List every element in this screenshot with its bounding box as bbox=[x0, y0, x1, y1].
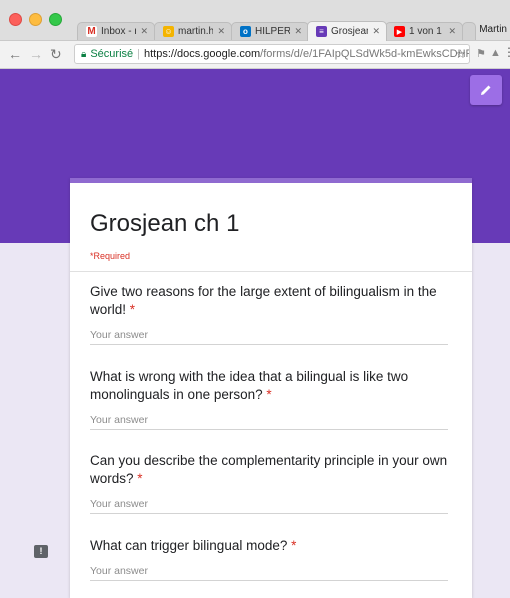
question-label: Give two reasons for the large extent of… bbox=[90, 284, 437, 317]
url-path: /forms/d/e/1FAIpQLSdWk5d-kmEwksCDHRn5... bbox=[260, 48, 470, 60]
forward-icon[interactable]: → bbox=[29, 46, 43, 62]
tab-inbox[interactable]: M Inbox - mhi ✕ bbox=[77, 22, 155, 40]
close-tab-icon[interactable]: ✕ bbox=[372, 26, 380, 37]
outlook-icon: o bbox=[240, 26, 251, 37]
tab-martin-hilpert[interactable]: ☺ martin.hilpe ✕ bbox=[154, 22, 232, 40]
edit-form-button[interactable] bbox=[470, 75, 502, 105]
question-label: What is wrong with the idea that a bilin… bbox=[90, 369, 409, 402]
title-divider bbox=[70, 271, 472, 272]
tab-youtube[interactable]: ▶ 1 von 1 hoch ✕ bbox=[385, 22, 463, 40]
close-tab-icon[interactable]: ✕ bbox=[140, 26, 148, 37]
extension-icon[interactable]: ⚑ bbox=[476, 47, 486, 60]
back-icon[interactable]: ← bbox=[8, 46, 22, 62]
question-label: What can trigger bilingual mode? * bbox=[90, 538, 297, 553]
url-separator: | bbox=[137, 48, 140, 60]
url-field[interactable]: 🔒︎ Sécurisé | https://docs.google.com /f… bbox=[74, 44, 470, 64]
youtube-icon: ▶ bbox=[394, 26, 405, 37]
close-tab-icon[interactable]: ✕ bbox=[448, 26, 456, 37]
answer-input[interactable]: Your answer bbox=[90, 498, 448, 514]
lock-icon: 🔒︎ bbox=[81, 48, 87, 60]
browser-tab-strip: M Inbox - mhi ✕ ☺ martin.hilpe ✕ o HILPE… bbox=[0, 0, 510, 41]
drive-extension-icon[interactable]: ▲ bbox=[490, 47, 501, 59]
form-title: Grosjean ch 1 bbox=[90, 210, 240, 237]
tab-grosjean[interactable]: ≡ Grosjean ch ✕ bbox=[307, 21, 387, 41]
zoom-window-button[interactable] bbox=[49, 13, 62, 26]
close-tab-icon[interactable]: ✕ bbox=[217, 26, 225, 37]
question-2: What is wrong with the idea that a bilin… bbox=[90, 368, 448, 430]
forms-icon: ≡ bbox=[316, 26, 327, 37]
profile-name[interactable]: Martin bbox=[471, 24, 510, 40]
address-bar-row: ← → ↻ 🔒︎ Sécurisé | https://docs.google.… bbox=[0, 41, 510, 69]
close-tab-icon[interactable]: ✕ bbox=[294, 26, 302, 37]
reload-icon[interactable]: ↻ bbox=[50, 46, 62, 62]
minimize-window-button[interactable] bbox=[29, 13, 42, 26]
bookmark-star-icon[interactable]: ☆ bbox=[455, 47, 466, 61]
question-1: Give two reasons for the large extent of… bbox=[90, 283, 448, 345]
browser-menu-icon[interactable]: ⋮ bbox=[503, 45, 510, 59]
answer-input[interactable]: Your answer bbox=[90, 414, 448, 430]
secure-label: Sécurisé bbox=[90, 48, 134, 60]
form-card: Grosjean ch 1 *Required Give two reasons… bbox=[70, 178, 472, 598]
pencil-icon bbox=[481, 85, 491, 95]
tab-hilpert-mail[interactable]: o HILPERT Ma ✕ bbox=[231, 22, 309, 40]
answer-input[interactable]: Your answer bbox=[90, 329, 448, 345]
url-host: https://docs.google.com bbox=[143, 48, 261, 60]
feedback-icon[interactable]: ! bbox=[34, 545, 48, 558]
question-3: Can you describe the complementarity pri… bbox=[90, 452, 448, 514]
people-icon: ☺ bbox=[163, 26, 174, 37]
question-label: Can you describe the complementarity pri… bbox=[90, 453, 448, 486]
answer-input[interactable]: Your answer bbox=[90, 565, 448, 581]
gmail-icon: M bbox=[86, 26, 97, 37]
question-4: What can trigger bilingual mode? * Your … bbox=[90, 537, 448, 581]
required-note: *Required bbox=[90, 251, 131, 261]
close-window-button[interactable] bbox=[9, 13, 22, 26]
